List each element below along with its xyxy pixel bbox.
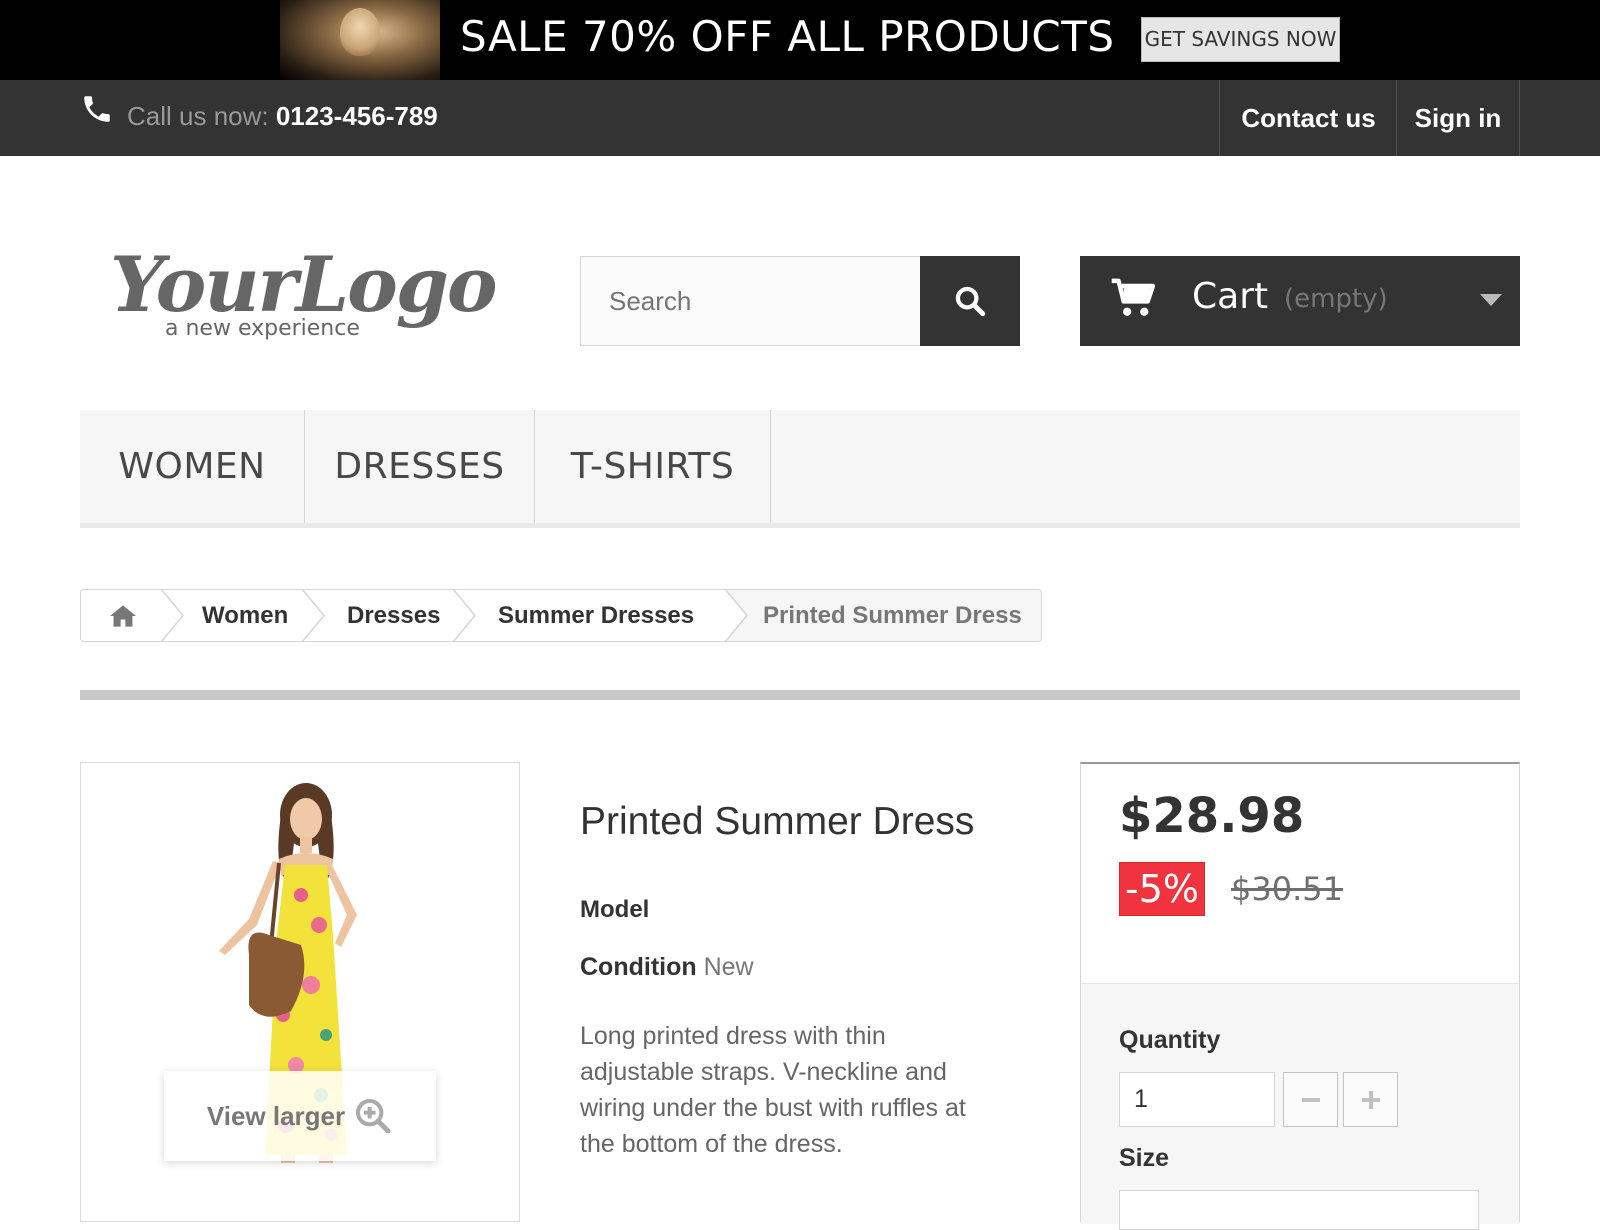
cart-button[interactable]: Cart (empty) xyxy=(1080,256,1520,346)
minus-icon xyxy=(1301,1097,1320,1102)
promo-model-image xyxy=(280,0,440,80)
call-us-text: Call us now: 0123-456-789 xyxy=(127,101,438,132)
size-select[interactable] xyxy=(1119,1190,1479,1230)
breadcrumb: Women Dresses Summer Dresses Printed Sum… xyxy=(80,589,1042,642)
main-menu: WOMEN DRESSES T-SHIRTS xyxy=(80,410,1520,528)
breadcrumb-home[interactable] xyxy=(81,590,165,641)
cart-status: (empty) xyxy=(1284,284,1388,314)
discount-badge: -5% xyxy=(1119,862,1205,916)
get-savings-button[interactable]: GET SAVINGS NOW xyxy=(1141,17,1340,62)
promo-banner[interactable]: SALE 70% OFF ALL PRODUCTS GET SAVINGS NO… xyxy=(0,0,1600,80)
view-larger-button[interactable]: View larger xyxy=(164,1071,436,1161)
breadcrumb-dresses[interactable]: Dresses xyxy=(347,590,440,641)
current-price: $28.98 xyxy=(1119,788,1305,844)
product-description: Long printed dress with thin adjustable … xyxy=(580,1022,966,1158)
search-icon xyxy=(955,286,986,317)
condition-value: New xyxy=(703,953,754,981)
quantity-decrease-button[interactable] xyxy=(1283,1072,1338,1127)
quantity-input[interactable] xyxy=(1119,1072,1275,1127)
logo-tagline: a new experience xyxy=(165,316,360,341)
size-label: Size xyxy=(1119,1144,1170,1172)
menu-item-tshirts[interactable]: T-SHIRTS xyxy=(535,410,771,523)
zoom-in-icon xyxy=(356,1099,391,1134)
purchase-options: Quantity Size xyxy=(1081,984,1519,1230)
breadcrumb-women[interactable]: Women xyxy=(202,590,288,641)
view-larger-label: View larger xyxy=(206,1100,346,1131)
site-logo[interactable]: YourLogo a new experience xyxy=(110,240,498,350)
breadcrumb-separator xyxy=(160,590,184,641)
phone-icon xyxy=(84,96,110,122)
cart-icon xyxy=(1111,278,1156,316)
phone-number: 0123-456-789 xyxy=(275,101,438,131)
caret-down-icon xyxy=(1480,294,1502,306)
contact-us-link[interactable]: Contact us xyxy=(1219,80,1397,156)
quantity-increase-button[interactable] xyxy=(1343,1072,1398,1127)
quantity-label: Quantity xyxy=(1119,1026,1221,1054)
breadcrumb-separator xyxy=(452,590,476,641)
cart-label: Cart xyxy=(1192,276,1269,317)
product-image-box[interactable]: View larger xyxy=(80,762,520,1222)
search-button[interactable] xyxy=(920,256,1020,346)
old-price: $30.51 xyxy=(1231,870,1343,908)
model-label: Model xyxy=(580,896,650,923)
breadcrumb-current: Printed Summer Dress xyxy=(727,590,1041,641)
price-section: $28.98 -5% $30.51 xyxy=(1081,764,1519,984)
home-icon xyxy=(110,604,136,627)
breadcrumb-separator xyxy=(301,590,325,641)
menu-item-dresses[interactable]: DRESSES xyxy=(305,410,535,523)
breadcrumb-summer-dresses[interactable]: Summer Dresses xyxy=(498,590,694,641)
price-box: $28.98 -5% $30.51 Quantity Size xyxy=(1080,762,1520,1230)
promo-headline: SALE 70% OFF ALL PRODUCTS xyxy=(460,12,1115,61)
product-title: Printed Summer Dress xyxy=(580,800,975,843)
call-label: Call us now: xyxy=(127,101,276,131)
plus-icon xyxy=(1361,1090,1380,1109)
breadcrumb-separator xyxy=(721,590,748,641)
section-divider xyxy=(80,690,1520,700)
condition-label: Condition xyxy=(580,953,697,981)
sign-in-link[interactable]: Sign in xyxy=(1396,80,1520,156)
search-input[interactable] xyxy=(580,256,921,346)
condition: Condition New xyxy=(580,953,754,982)
menu-item-women[interactable]: WOMEN xyxy=(80,410,305,523)
